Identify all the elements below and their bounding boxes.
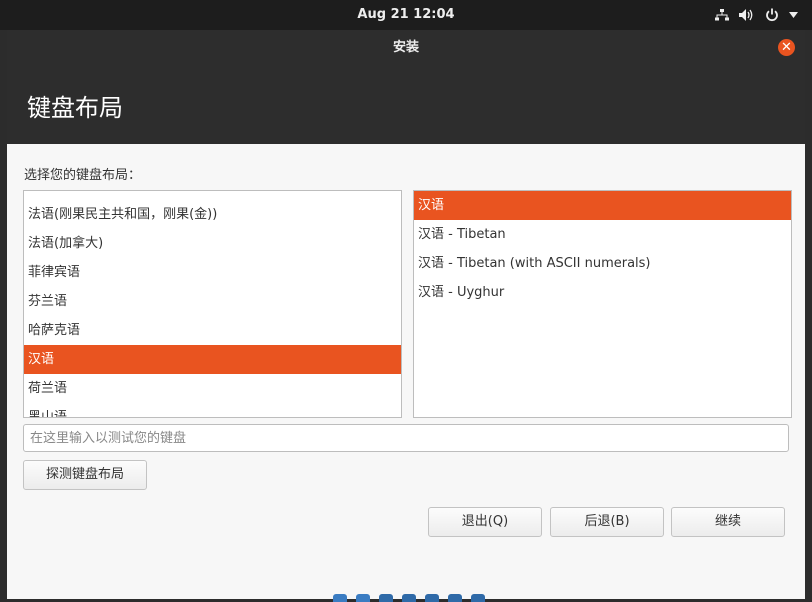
page-header: 键盘布局 (7, 64, 805, 144)
variant-list-item[interactable]: 汉语 - Uyghur (414, 278, 791, 307)
power-icon[interactable] (765, 8, 779, 22)
chevron-down-icon[interactable] (789, 12, 798, 18)
variant-list-item[interactable]: 汉语 - Tibetan (with ASCII numerals) (414, 249, 791, 278)
quit-button[interactable]: 退出(Q) (428, 507, 542, 537)
progress-dots (333, 594, 485, 602)
page-title: 键盘布局 (27, 94, 123, 122)
installer-window: 安装 ✕ 键盘布局 选择您的键盘布局： 法语(刚果民主共和国，刚果(金)) 法语(… (7, 30, 805, 599)
progress-dot (356, 594, 370, 602)
close-icon[interactable]: ✕ (778, 39, 795, 56)
layout-list-item[interactable]: 法语(加拿大) (24, 229, 401, 258)
variant-list[interactable]: 汉语 汉语 - Tibetan 汉语 - Tibetan (with ASCII n… (413, 190, 792, 418)
layout-list-item[interactable]: 菲律宾语 (24, 258, 401, 287)
system-tray[interactable] (715, 0, 798, 30)
layout-list-item[interactable]: 汉语 (24, 345, 401, 374)
layout-list-item[interactable]: 芬兰语 (24, 287, 401, 316)
progress-dot (333, 594, 347, 602)
layout-list[interactable]: 法语(刚果民主共和国，刚果(金)) 法语(加拿大) 菲律宾语 芬兰语 哈萨克语 汉语 荷兰语… (23, 190, 402, 418)
window-titlebar[interactable]: 安装 ✕ (7, 30, 805, 64)
detect-layout-button[interactable]: 探测键盘布局 (23, 460, 147, 490)
keyboard-test-input[interactable] (23, 424, 789, 452)
back-button[interactable]: 后退(B) (550, 507, 664, 537)
volume-icon[interactable] (739, 9, 755, 21)
variant-list-item[interactable]: 汉语 (414, 191, 791, 220)
progress-dot (425, 594, 439, 602)
progress-dot (402, 594, 416, 602)
progress-dot (379, 594, 393, 602)
progress-dot (448, 594, 462, 602)
network-icon[interactable] (715, 9, 729, 21)
progress-dot (471, 594, 485, 602)
window-title: 安装 (392, 40, 419, 55)
system-top-bar: Aug 21 12:04 (0, 0, 812, 30)
continue-button[interactable]: 继续 (671, 507, 785, 537)
layout-prompt: 选择您的键盘布局： (24, 168, 142, 183)
layout-list-item[interactable]: 法语(刚果民主共和国，刚果(金)) (24, 200, 401, 229)
layout-list-item[interactable]: 荷兰语 (24, 374, 401, 403)
variant-list-item[interactable]: 汉语 - Tibetan (414, 220, 791, 249)
layout-list-item[interactable]: 哈萨克语 (24, 316, 401, 345)
clock[interactable]: Aug 21 12:04 (0, 0, 812, 30)
layout-list-item[interactable]: 黑山语 (24, 403, 401, 417)
